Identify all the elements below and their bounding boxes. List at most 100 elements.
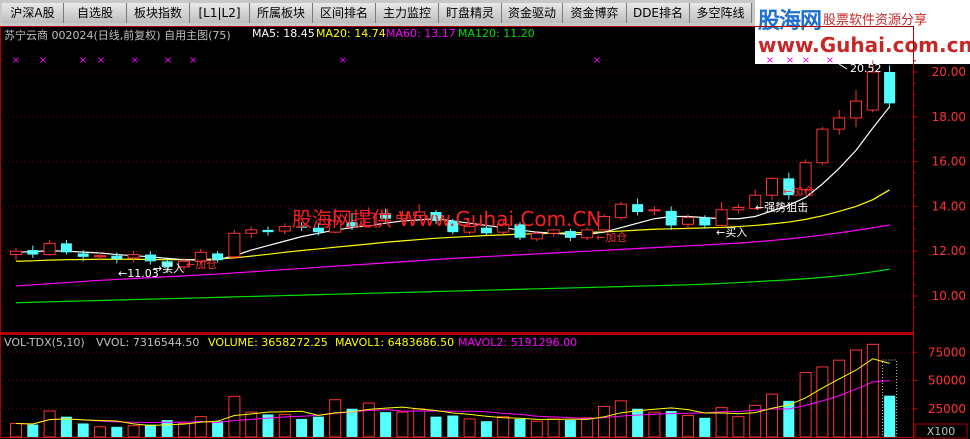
candle-body-up[interactable] <box>43 242 56 256</box>
event-marker: × <box>189 55 197 66</box>
volume-bar-up <box>127 425 140 438</box>
candle-body-up[interactable] <box>245 229 258 234</box>
event-marker: × <box>826 55 834 66</box>
event-marker: × <box>766 55 774 66</box>
volume-bar-up <box>530 420 543 438</box>
volume-bar-up <box>598 405 610 438</box>
volume-bar-up <box>766 393 778 438</box>
event-marker: × <box>79 55 87 66</box>
candle-body-up[interactable] <box>715 209 728 226</box>
volume-bar-down <box>77 423 89 437</box>
candle-body-down[interactable] <box>699 217 711 226</box>
volume-bar-down <box>430 416 442 437</box>
volume-bar-up <box>866 343 879 438</box>
max-price-label: 20.52 <box>850 62 882 75</box>
candle-body-down[interactable] <box>77 253 89 257</box>
volume-bar-up <box>194 416 207 438</box>
volume-tick-label: 50000 <box>928 374 966 388</box>
event-marker: × <box>593 55 601 66</box>
max-price-pointer <box>838 63 848 70</box>
candle-body-down[interactable] <box>27 250 39 255</box>
candle-body-up[interactable] <box>127 254 140 259</box>
candle-body-up[interactable] <box>850 100 862 119</box>
volume-bar-up <box>43 410 56 438</box>
candle-body-down[interactable] <box>60 243 72 253</box>
candle-body-up[interactable] <box>228 232 241 258</box>
volume-bar-up <box>278 413 291 438</box>
event-marker: × <box>12 55 20 66</box>
volume-bar-down <box>380 412 392 437</box>
volume-bar-down <box>447 415 459 437</box>
volume-bar-down <box>665 411 677 437</box>
stock-terminal-window: 沪深A股 自选股 板块指数 [L1|L2] 所属板块 区间排名 主力监控 盯盘精灵 资金驱动 资金… <box>0 0 970 439</box>
event-marker: × <box>164 55 172 66</box>
volume-bar-up <box>614 400 627 438</box>
candle-body-up[interactable] <box>278 226 291 232</box>
volume-bar-down <box>212 421 224 437</box>
candle-body-up[interactable] <box>682 217 694 225</box>
candle-body-up[interactable] <box>816 128 829 164</box>
candle-body-down[interactable] <box>665 210 677 226</box>
volume-bar-up <box>547 418 560 438</box>
volume-bar-up <box>833 359 846 438</box>
add-signal-label: ←加仓 <box>783 184 814 198</box>
buy-signal-label: →买入 <box>153 262 184 275</box>
volume-bar-up <box>413 408 426 438</box>
price-tick-label: 14.00 <box>932 199 966 213</box>
price-tick-label: 16.00 <box>932 155 966 169</box>
volume-bar-down <box>514 418 526 437</box>
buy-signal-label: ←买入 <box>716 226 747 239</box>
volume-bar-down <box>296 418 308 437</box>
candle-body-up[interactable] <box>581 229 594 239</box>
volume-bar-up <box>463 418 476 438</box>
candle-body-up[interactable] <box>10 250 22 256</box>
volume-bar-up <box>10 422 22 438</box>
volume-bar-up <box>682 415 694 438</box>
volume-bar-down <box>480 421 492 437</box>
volume-bar-down <box>144 424 156 437</box>
volume-bar-up <box>648 411 661 438</box>
volume-bar-up <box>850 349 862 438</box>
volume-bar-up <box>178 422 190 438</box>
price-tick-label: 18.00 <box>932 110 966 124</box>
volume-bar-up <box>245 411 258 438</box>
volume-bar-up <box>581 417 594 438</box>
watermark-text: 股海网提供 Www.Guhai.Com.CN <box>292 207 601 231</box>
volume-bar-up <box>497 416 510 438</box>
candle-body-up[interactable] <box>732 207 745 211</box>
add-signal-label: ←加仓 <box>186 257 217 271</box>
volume-bar-up <box>396 411 409 438</box>
candle-body-up[interactable] <box>766 177 778 196</box>
candle-body-down[interactable] <box>111 255 123 260</box>
volume-bar-down <box>27 424 39 437</box>
volume-bar-up <box>732 416 745 438</box>
volume-bar-down <box>632 408 644 437</box>
price-tick-label: 20.00 <box>932 65 966 79</box>
candle-body-up[interactable] <box>833 117 846 130</box>
event-marker: × <box>786 55 794 66</box>
event-marker: × <box>39 55 47 66</box>
candle-body-up[interactable] <box>94 255 106 258</box>
volume-bar-down <box>884 395 896 437</box>
event-marker: × <box>97 55 105 66</box>
volume-bar-down <box>312 416 324 437</box>
volume-bar-down <box>111 426 123 437</box>
volume-tick-label: 75000 <box>928 345 966 359</box>
add-signal-label: ←加仓 <box>596 230 627 244</box>
candle-body-up[interactable] <box>866 71 879 111</box>
volume-bar-up <box>329 399 342 438</box>
candle-body-up[interactable] <box>530 232 543 240</box>
candle-body-down[interactable] <box>144 254 156 262</box>
kline-chart[interactable]: 20.00 18.00 16.00 14.00 12.00 10.00 × × × × × × × × × ×… <box>0 0 970 439</box>
event-marker: × <box>339 55 347 66</box>
volume-bar-down <box>60 416 72 437</box>
candle-body-down[interactable] <box>262 229 274 233</box>
candle-body-down[interactable] <box>564 231 576 238</box>
event-marker: × <box>131 55 139 66</box>
candle-body-up[interactable] <box>614 203 627 219</box>
candle-body-up[interactable] <box>648 209 661 212</box>
volume-bar-down <box>783 400 795 437</box>
volume-tick-label: 25000 <box>928 402 966 416</box>
candle-body-down[interactable] <box>632 204 644 212</box>
candle-body-down[interactable] <box>884 72 896 104</box>
